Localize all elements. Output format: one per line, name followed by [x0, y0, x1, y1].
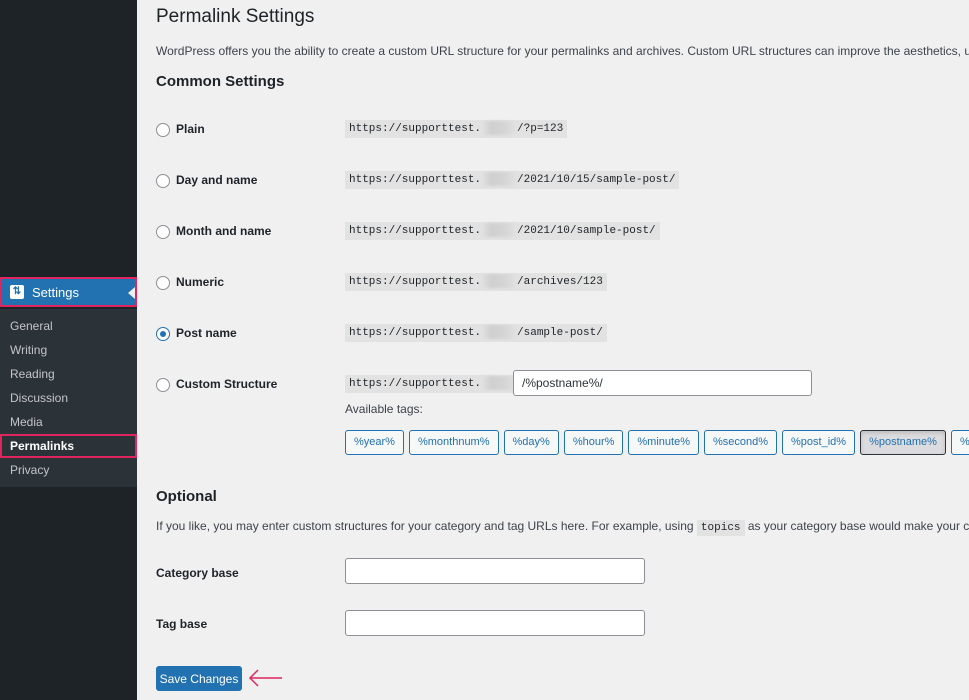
- example-url: https://supporttest./?p=123: [345, 120, 568, 138]
- radio-day-and-name[interactable]: [156, 174, 170, 188]
- example-url: https://supporttest./2021/10/sample-post…: [345, 222, 660, 240]
- example-url: https://supporttest./sample-post/: [345, 324, 607, 342]
- tag-hour-button[interactable]: %hour%: [563, 430, 624, 455]
- radio-custom-structure[interactable]: [156, 378, 170, 392]
- example-url: https://supporttest./2021/10/15/sample-p…: [345, 171, 680, 189]
- tag-second-button[interactable]: %second%: [703, 430, 778, 455]
- redacted-domain: [481, 223, 518, 238]
- category-base-input[interactable]: [345, 558, 645, 584]
- tag-base-label: Tag base: [156, 617, 208, 631]
- custom-structure-input[interactable]: [513, 370, 812, 396]
- tag-base-input[interactable]: [345, 610, 645, 636]
- tag-category-button[interactable]: %c: [950, 430, 969, 455]
- redacted-domain: [481, 376, 518, 391]
- permalink-option-numeric[interactable]: Numeric https://supporttest./archives/12…: [156, 273, 969, 295]
- settings-sliders-icon: ⇅: [10, 285, 24, 299]
- sidebar-item-privacy[interactable]: Privacy: [0, 458, 137, 482]
- option-label: Post name: [176, 326, 237, 340]
- pointer-arrow-icon: [248, 669, 282, 687]
- tag-postname-button[interactable]: %postname%: [860, 430, 946, 455]
- sidebar-item-media[interactable]: Media: [0, 410, 137, 434]
- radio-numeric[interactable]: [156, 276, 170, 290]
- common-settings-heading: Common Settings: [156, 73, 285, 90]
- available-tags: %year% %monthnum% %day% %hour% %minute% …: [345, 430, 969, 455]
- admin-sidebar: ⇅ Settings General Writing Reading Discu…: [0, 0, 137, 700]
- redacted-domain: [481, 121, 518, 136]
- permalink-option-post-name[interactable]: Post name https://supporttest./sample-po…: [156, 324, 969, 346]
- sidebar-item-writing[interactable]: Writing: [0, 338, 137, 362]
- category-base-label: Category base: [156, 566, 239, 580]
- custom-url-prefix: https://supporttest.: [345, 375, 522, 393]
- sidebar-menu-settings-label: Settings: [32, 284, 79, 300]
- permalink-option-plain[interactable]: Plain https://supporttest./?p=123: [156, 120, 969, 142]
- redacted-domain: [481, 274, 518, 289]
- radio-month-and-name[interactable]: [156, 225, 170, 239]
- option-label: Numeric: [176, 275, 225, 289]
- permalink-option-day-and-name[interactable]: Day and name https://supporttest./2021/1…: [156, 171, 969, 193]
- available-tags-label: Available tags:: [345, 402, 423, 416]
- current-menu-caret-icon: [128, 287, 135, 299]
- sidebar-item-general[interactable]: General: [0, 314, 137, 338]
- option-label: Day and name: [176, 173, 258, 187]
- page-intro: WordPress offers you the ability to crea…: [156, 44, 969, 58]
- settings-submenu: General Writing Reading Discussion Media…: [0, 309, 137, 487]
- example-url: https://supporttest./archives/123: [345, 273, 607, 291]
- permalink-option-custom-structure[interactable]: Custom Structure https://supporttest.: [156, 370, 969, 397]
- permalink-option-month-and-name[interactable]: Month and name https://supporttest./2021…: [156, 222, 969, 244]
- redacted-domain: [481, 325, 518, 340]
- save-changes-button[interactable]: Save Changes: [156, 666, 242, 691]
- redacted-domain: [481, 172, 518, 187]
- page-title: Permalink Settings: [156, 6, 315, 27]
- tag-year-button[interactable]: %year%: [345, 430, 404, 455]
- radio-post-name[interactable]: [156, 327, 170, 341]
- tag-post-id-button[interactable]: %post_id%: [782, 430, 856, 455]
- sidebar-menu-settings[interactable]: ⇅ Settings: [0, 277, 137, 307]
- sidebar-item-permalinks[interactable]: Permalinks: [0, 434, 137, 458]
- tag-minute-button[interactable]: %minute%: [628, 430, 699, 455]
- example-code: topics: [696, 520, 745, 536]
- tag-day-button[interactable]: %day%: [503, 430, 559, 455]
- optional-description: If you like, you may enter custom struct…: [156, 519, 969, 536]
- option-label: Month and name: [176, 224, 272, 238]
- radio-plain[interactable]: [156, 123, 170, 137]
- tag-monthnum-button[interactable]: %monthnum%: [408, 430, 499, 455]
- sidebar-item-reading[interactable]: Reading: [0, 362, 137, 386]
- sidebar-item-discussion[interactable]: Discussion: [0, 386, 137, 410]
- option-label: Plain: [176, 122, 205, 136]
- optional-heading: Optional: [156, 488, 217, 505]
- option-label: Custom Structure: [176, 377, 278, 391]
